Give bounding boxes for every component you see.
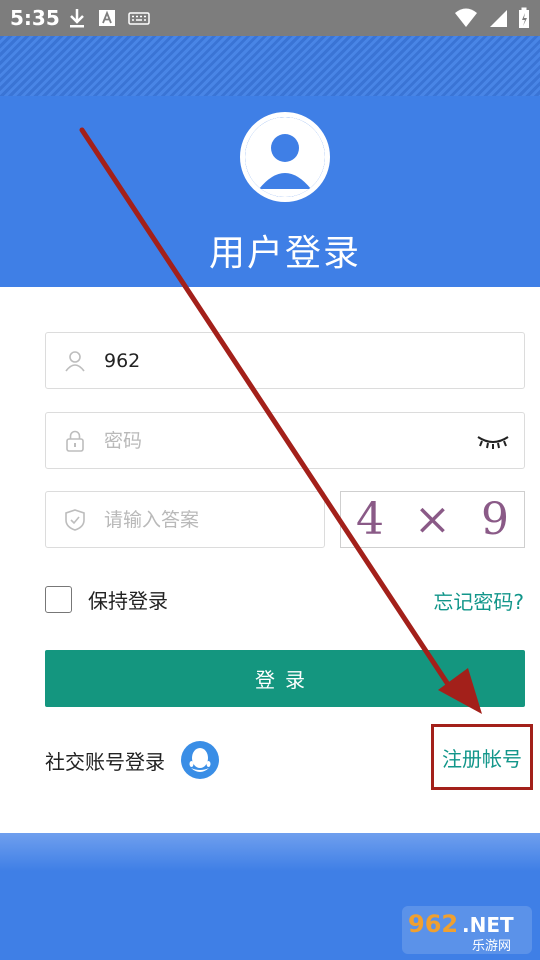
- user-icon: [65, 350, 85, 371]
- page-title: 用户登录: [208, 233, 361, 274]
- eye-closed-icon[interactable]: [476, 435, 510, 449]
- watermark-cn: 乐游网: [472, 939, 511, 954]
- footer-background: 962 .NET 乐游网: [0, 833, 540, 960]
- status-icons-left: [68, 7, 150, 29]
- download-icon: [70, 9, 84, 28]
- username-input[interactable]: [104, 333, 482, 388]
- answer-input[interactable]: [104, 492, 282, 547]
- captcha-left: 4: [356, 494, 385, 545]
- register-account-link[interactable]: 注册帐号: [431, 724, 533, 790]
- signal-icon: [490, 10, 507, 27]
- avatar: [240, 112, 330, 202]
- qq-login-button[interactable]: [181, 741, 219, 779]
- username-field[interactable]: [45, 332, 525, 389]
- remember-checkbox[interactable]: [45, 586, 72, 613]
- login-header: 用户登录: [0, 36, 540, 287]
- shield-icon: [65, 508, 85, 531]
- forgot-password-link[interactable]: 忘记密码?: [433, 586, 524, 615]
- watermark-brand: 962: [408, 910, 458, 938]
- user-avatar-icon: [245, 117, 325, 197]
- battery-icon: [519, 7, 529, 28]
- login-button[interactable]: 登录: [45, 650, 525, 707]
- password-field[interactable]: [45, 412, 525, 469]
- captcha-right: 9: [480, 494, 509, 545]
- header-pattern: [0, 36, 540, 96]
- status-time: 5:35: [10, 6, 60, 30]
- password-input[interactable]: [104, 413, 482, 468]
- register-label: 注册帐号: [442, 746, 522, 771]
- status-icons-right: [454, 7, 530, 29]
- keyboard-icon: [128, 12, 150, 25]
- social-login-label: 社交账号登录: [45, 749, 165, 774]
- captcha-operator: ×: [414, 494, 451, 545]
- qq-icon: [189, 748, 211, 772]
- watermark-domain: .NET: [462, 913, 514, 937]
- font-app-icon: [99, 10, 115, 26]
- remember-label: 保持登录: [88, 589, 168, 613]
- lock-icon: [66, 430, 84, 452]
- watermark-logo: 962 .NET 乐游网: [402, 906, 532, 954]
- status-bar: 5:35: [0, 0, 540, 36]
- social-login: 社交账号登录: [45, 741, 219, 779]
- answer-field[interactable]: [45, 491, 325, 548]
- remember-login[interactable]: 保持登录: [45, 585, 168, 614]
- wifi-icon: [455, 8, 477, 27]
- captcha-image[interactable]: 4 × 9: [340, 491, 525, 548]
